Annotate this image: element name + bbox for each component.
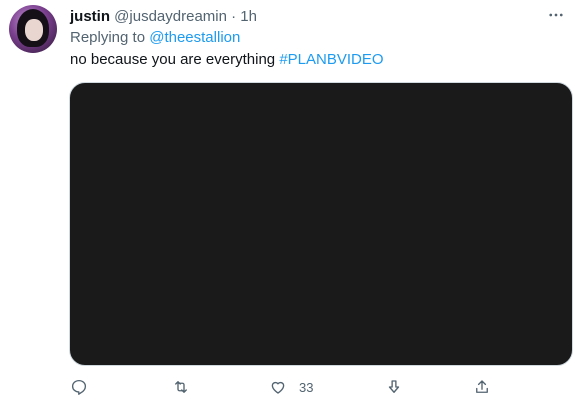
separator: · bbox=[231, 8, 237, 25]
more-horizontal-icon bbox=[549, 13, 563, 17]
hashtag-link[interactable]: #PLANBVIDEO bbox=[279, 51, 383, 68]
retweet-button[interactable] bbox=[172, 376, 190, 398]
timestamp[interactable]: 1h bbox=[240, 8, 257, 25]
like-button[interactable]: 33 bbox=[269, 376, 313, 398]
display-name[interactable]: justin bbox=[70, 8, 110, 25]
replying-to-link[interactable]: @theestallion bbox=[149, 29, 240, 46]
tweet-text: no because you are everything #PLANBVIDE… bbox=[70, 50, 384, 70]
replying-to: Replying to @theestallion bbox=[70, 28, 240, 48]
heart-icon bbox=[271, 381, 285, 394]
reply-button[interactable] bbox=[70, 376, 88, 398]
arrow-down-icon bbox=[388, 380, 400, 393]
downvote-button[interactable] bbox=[385, 376, 403, 398]
action-bar: 33 bbox=[70, 376, 510, 400]
more-options-button[interactable] bbox=[546, 6, 566, 26]
like-count: 33 bbox=[299, 379, 314, 395]
avatar-face bbox=[25, 19, 43, 41]
media-placeholder[interactable] bbox=[69, 82, 573, 366]
avatar[interactable] bbox=[9, 5, 57, 53]
retweet-icon bbox=[175, 381, 187, 393]
share-button[interactable] bbox=[473, 376, 491, 398]
share-icon bbox=[476, 380, 488, 393]
tweet-body: no because you are everything bbox=[70, 51, 276, 68]
reply-icon bbox=[71, 379, 87, 395]
replying-label: Replying to bbox=[70, 29, 146, 46]
user-handle[interactable]: @jusdaydreamin bbox=[114, 8, 227, 25]
tweet-header: justin @jusdaydreamin · 1h bbox=[70, 7, 257, 27]
